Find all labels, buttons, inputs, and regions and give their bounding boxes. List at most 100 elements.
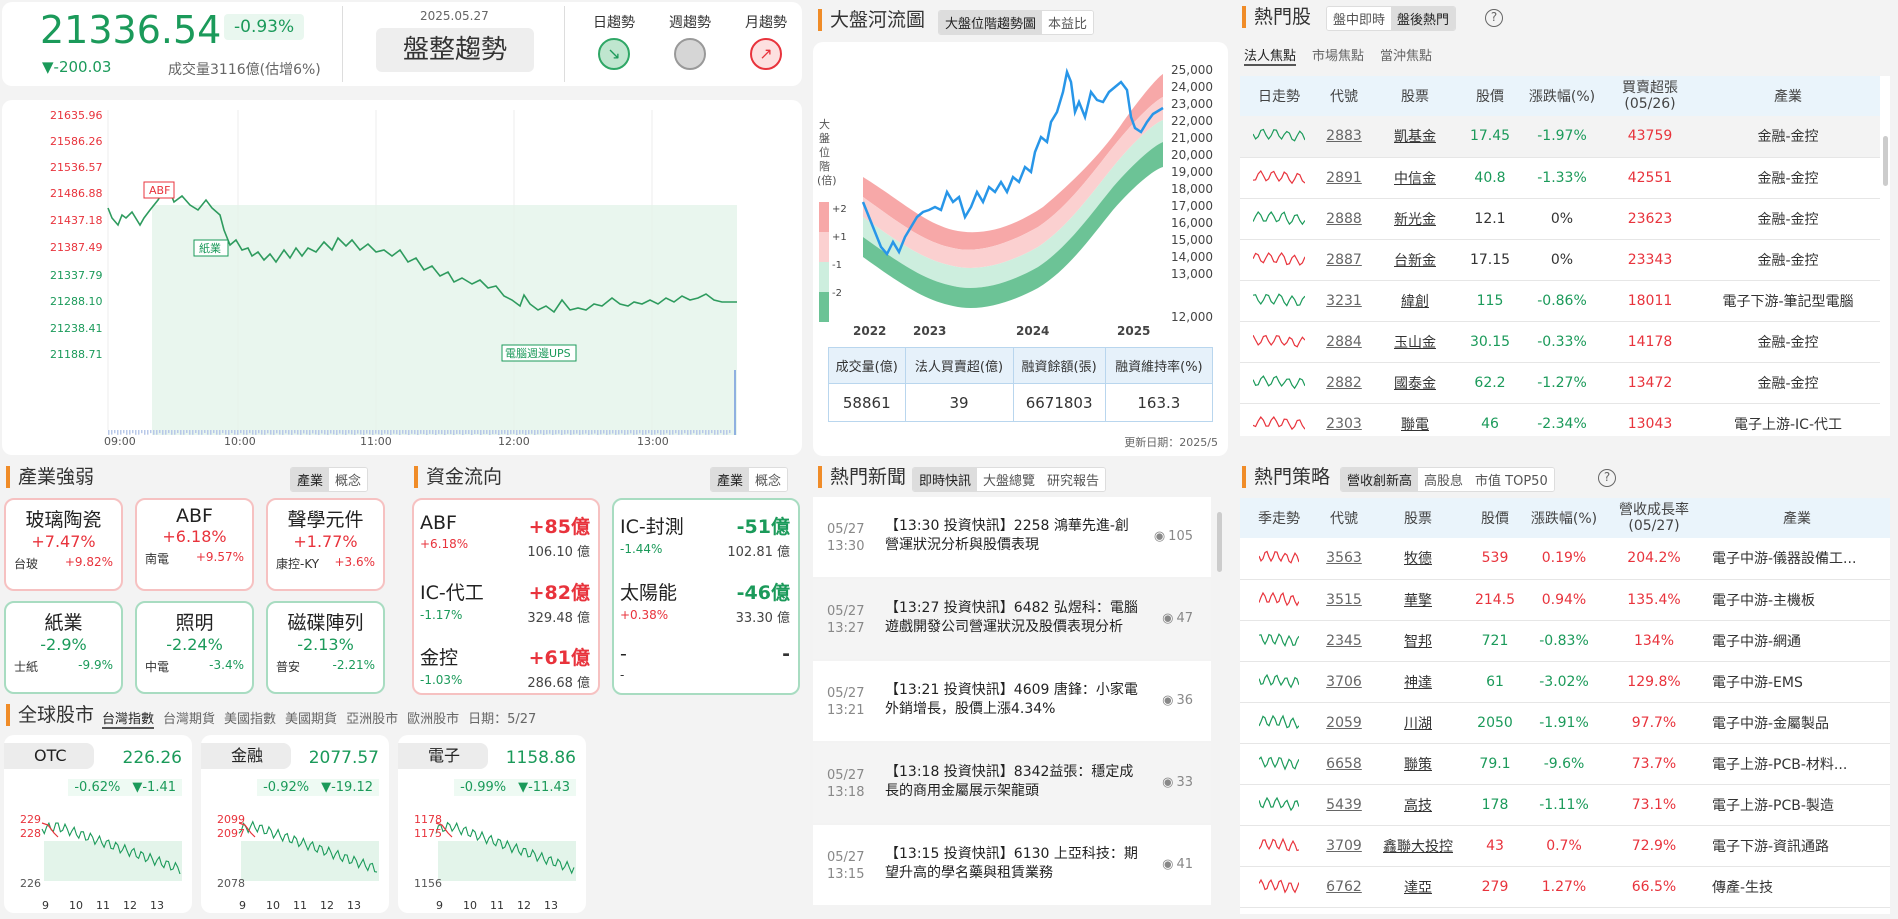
- global-index-card[interactable]: OTC 226.26 -0.62% ▼-1.41 229 228 226 9 10 11 12 13: [4, 735, 192, 913]
- cell-name[interactable]: 聯電: [1370, 403, 1460, 436]
- news-headline[interactable]: 【13:27 投資快訊】6482 弘煜科：電腦遊戲開發公司營運狀況及股價表現分析: [885, 599, 1145, 637]
- col-header[interactable]: 買賣超張 (05/26): [1604, 76, 1696, 116]
- cell-code[interactable]: 2059: [1318, 702, 1370, 744]
- flow-item[interactable]: IC-代工 +82億 -1.17% 329.48 億: [420, 578, 590, 626]
- tab-tw-futures[interactable]: 台灣期貨: [163, 708, 215, 729]
- cell-code[interactable]: 3563: [1318, 538, 1370, 580]
- help-icon[interactable]: ?: [1598, 469, 1616, 487]
- table-row[interactable]: 3515 華擎 214.5 0.94% 135.4% 電子中游-主機板: [1240, 579, 1890, 621]
- tag-paper[interactable]: 紙業: [193, 239, 229, 257]
- news-headline[interactable]: 【13:21 投資快訊】4609 唐鋒：小家電外銷增長，股價上漲4.34%: [885, 681, 1145, 719]
- flow-item[interactable]: - - -: [620, 643, 790, 682]
- news-scrollbar[interactable]: [1217, 512, 1222, 572]
- cell-code[interactable]: 2882: [1318, 362, 1370, 404]
- industry-card[interactable]: ABF +6.18% 南電 +9.57%: [135, 498, 254, 591]
- cell-code[interactable]: 2303: [1318, 403, 1370, 436]
- tab-asia[interactable]: 亞洲股市: [346, 708, 398, 729]
- flow-item[interactable]: 金控 +61億 -1.03% 286.68 億: [420, 643, 590, 691]
- cell-name[interactable]: 鑫聯大投控: [1370, 825, 1466, 867]
- tab-flash[interactable]: 即時快訊: [913, 468, 978, 491]
- tab-industry[interactable]: 產業: [291, 468, 330, 491]
- hot-scrollbar[interactable]: [1883, 136, 1888, 186]
- cell-name[interactable]: 凱基金: [1370, 116, 1460, 158]
- flow-item[interactable]: IC-封測 -51億 -1.44% 102.81 億: [620, 512, 790, 560]
- cell-code[interactable]: 3515: [1318, 579, 1370, 621]
- cell-name[interactable]: 神達: [1370, 661, 1466, 703]
- trend-daily[interactable]: 日趨勢 ↘: [586, 12, 642, 70]
- tab-after-hours[interactable]: 盤後熱門: [1391, 7, 1456, 30]
- cell-name[interactable]: 達亞: [1370, 866, 1466, 908]
- cell-code[interactable]: 3231: [1318, 280, 1370, 322]
- tab-intraday[interactable]: 盤中即時: [1327, 7, 1392, 30]
- cell-name[interactable]: 牧德: [1370, 538, 1466, 580]
- table-row[interactable]: 3709 鑫聯大投控 43 0.7% 72.9% 電子下游-資訊通路: [1240, 825, 1890, 867]
- table-row[interactable]: 2891 中信金 40.8 -1.33% 42551 金融-金控: [1240, 157, 1880, 199]
- table-row[interactable]: 2883 凱基金 17.45 -1.97% 43759 金融-金控: [1240, 116, 1880, 158]
- tab-flow-concept[interactable]: 概念: [749, 468, 788, 491]
- tab-us-futures[interactable]: 美國期貨: [285, 708, 337, 729]
- cell-code[interactable]: 2891: [1318, 157, 1370, 199]
- table-row[interactable]: 3231 緯創 115 -0.86% 18011 電子下游-筆記型電腦: [1240, 280, 1880, 322]
- cell-name[interactable]: 川湖: [1370, 702, 1466, 744]
- tab-top50[interactable]: 市值 TOP50: [1469, 468, 1554, 491]
- cell-name[interactable]: 聯策: [1370, 743, 1466, 785]
- news-item[interactable]: 05/27 13:30 【13:30 投資快訊】2258 鴻華先進-創 營運狀況分析…: [813, 497, 1211, 577]
- cell-name[interactable]: 新光金: [1370, 198, 1460, 240]
- cell-code[interactable]: 6658: [1318, 743, 1370, 785]
- industry-card[interactable]: 玻璃陶瓷 +7.47% 台玻 +9.82%: [4, 498, 123, 591]
- help-icon[interactable]: ?: [1485, 9, 1503, 27]
- table-row[interactable]: 5439 高技 178 -1.11% 73.1% 電子上游-PCB-製造: [1240, 784, 1890, 826]
- subtab-daytrade[interactable]: 當沖焦點: [1380, 45, 1432, 66]
- table-row[interactable]: 2887 台新金 17.15 0% 23343 金融-金控: [1240, 239, 1880, 281]
- tag-ups[interactable]: 電腦週邊UPS: [501, 344, 577, 362]
- cell-name[interactable]: 國泰金: [1370, 362, 1460, 404]
- tab-revenue-high[interactable]: 營收創新高: [1341, 468, 1419, 491]
- news-item[interactable]: 05/27 13:27 【13:27 投資快訊】6482 弘煜科：電腦遊戲開發公司營…: [813, 579, 1211, 659]
- col-header[interactable]: 營收成長率 (05/27): [1604, 498, 1704, 538]
- table-row[interactable]: 2884 玉山金 30.15 -0.33% 14178 金融-金控: [1240, 321, 1880, 363]
- table-row[interactable]: 3563 牧德 539 0.19% 204.2% 電子中游-儀器設備工...: [1240, 538, 1890, 580]
- tab-europe[interactable]: 歐洲股市: [407, 708, 459, 729]
- cell-name[interactable]: 玉山金: [1370, 321, 1460, 363]
- tab-river-pe[interactable]: 本益比: [1042, 11, 1094, 34]
- table-row[interactable]: 2345 智邦 721 -0.83% 134% 電子中游-網通: [1240, 620, 1890, 662]
- tab-flow-industry[interactable]: 產業: [711, 468, 750, 491]
- cell-name[interactable]: 智邦: [1370, 620, 1466, 662]
- global-index-card[interactable]: 電子 1158.86 -0.99% ▼-11.43 1178 1175 1156 9 10 11 1…: [398, 735, 586, 913]
- flow-item[interactable]: 太陽能 -46億 +0.38% 33.30 億: [620, 578, 790, 626]
- table-row[interactable]: 6762 達亞 279 1.27% 66.5% 傳產-生技: [1240, 866, 1890, 908]
- cell-code[interactable]: 3706: [1318, 661, 1370, 703]
- tab-tw-index[interactable]: 台灣指數: [102, 708, 155, 729]
- trend-weekly[interactable]: 週趨勢: [662, 12, 718, 70]
- tab-research[interactable]: 研究報告: [1041, 468, 1106, 491]
- trend-monthly[interactable]: 月趨勢 ↗: [738, 12, 794, 70]
- table-row[interactable]: 2303 聯電 46 -2.34% 13043 電子上游-IC-代工: [1240, 403, 1880, 436]
- news-item[interactable]: 05/27 13:21 【13:21 投資快訊】4609 唐鋒：小家電外銷增長，股價…: [813, 661, 1211, 741]
- global-index-card[interactable]: 金融 2077.57 -0.92% ▼-19.12 2099 2097 2078 9 10 11 1…: [201, 735, 389, 913]
- table-row[interactable]: 3706 神達 61 -3.02% 129.8% 電子中游-EMS: [1240, 661, 1890, 703]
- flow-item[interactable]: ABF +85億 +6.18% 106.10 億: [420, 512, 590, 560]
- cell-code[interactable]: 2884: [1318, 321, 1370, 363]
- table-row[interactable]: 2888 新光金 12.1 0% 23623 金融-金控: [1240, 198, 1880, 240]
- cell-name[interactable]: 高技: [1370, 784, 1466, 826]
- cell-name[interactable]: 華擎: [1370, 579, 1466, 621]
- cell-name[interactable]: 中信金: [1370, 157, 1460, 199]
- subtab-market[interactable]: 市場焦點: [1312, 45, 1364, 66]
- cell-name[interactable]: 緯創: [1370, 280, 1460, 322]
- cell-code[interactable]: 2888: [1318, 198, 1370, 240]
- table-row[interactable]: 6658 聯策 79.1 -9.6% 73.7% 電子上游-PCB-材料...: [1240, 743, 1890, 785]
- tag-abf[interactable]: ABF: [143, 181, 175, 199]
- news-headline[interactable]: 【13:15 投資快訊】6130 上亞科技：期望升高的學名藥與租賃業務: [885, 845, 1145, 883]
- table-row[interactable]: 2882 國泰金 62.2 -1.27% 13472 金融-金控: [1240, 362, 1880, 404]
- subtab-institutional[interactable]: 法人焦點: [1244, 45, 1297, 66]
- news-headline[interactable]: 【13:18 投資快訊】8342益張：穩定成長的商用金屬展示架龍頭: [885, 763, 1145, 801]
- news-headline[interactable]: 【13:30 投資快訊】2258 鴻華先進-創 營運狀況分析與股價表現: [885, 517, 1145, 555]
- tab-market-overview[interactable]: 大盤總覽: [977, 468, 1042, 491]
- industry-card[interactable]: 聲學元件 +1.77% 康控-KY +3.6%: [266, 498, 385, 591]
- news-item[interactable]: 05/27 13:15 【13:15 投資快訊】6130 上亞科技：期望升高的學名藥…: [813, 825, 1211, 905]
- cell-code[interactable]: 5439: [1318, 784, 1370, 826]
- cell-code[interactable]: 3709: [1318, 825, 1370, 867]
- cell-code[interactable]: 2345: [1318, 620, 1370, 662]
- tab-concept[interactable]: 概念: [329, 468, 368, 491]
- cell-name[interactable]: 台新金: [1370, 239, 1460, 281]
